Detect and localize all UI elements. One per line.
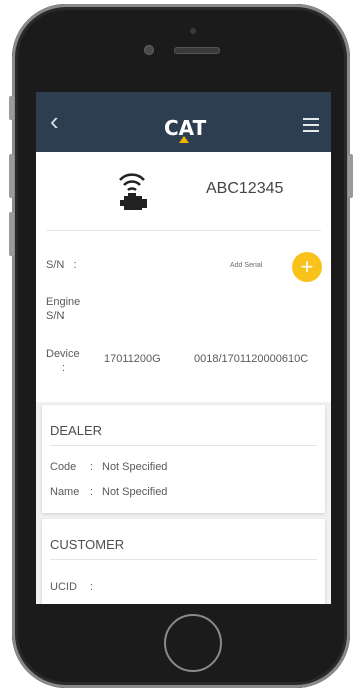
device-value-secondary: 0018/1701120000610C (194, 353, 309, 365)
dealer-title: DEALER (50, 423, 103, 438)
serial-number-label: S/N : (46, 259, 77, 271)
proximity-sensor (190, 28, 196, 34)
customer-card: CUSTOMER UCID: (42, 519, 325, 604)
customer-ucid-row: UCID: (50, 581, 94, 593)
volume-down-button (9, 212, 14, 256)
customer-ucid-label: UCID (50, 581, 77, 593)
mute-switch (9, 96, 14, 120)
volume-up-button (9, 154, 14, 198)
device-label: Device (46, 348, 80, 360)
add-serial-button[interactable]: + (292, 252, 322, 282)
device-value-primary: 17011200G (104, 353, 161, 365)
app-screen: ‹ CAT ABC12345 S/N : Add Serial + Engine… (36, 92, 331, 604)
device-colon: : (62, 362, 66, 374)
dealer-code-value: Not Specified (102, 461, 168, 473)
home-button[interactable] (164, 614, 222, 672)
asset-id: ABC12345 (206, 180, 284, 197)
dealer-card: DEALER Code: Not Specified Name: Not Speci… (42, 405, 325, 513)
engine-serial-colon: : (62, 309, 66, 321)
cat-logo-triangle (179, 136, 189, 143)
dealer-name-label: Name (50, 486, 80, 498)
connected-engine-icon (119, 173, 147, 210)
top-navigation-bar: ‹ CAT (36, 92, 331, 152)
earpiece-speaker (174, 47, 220, 54)
customer-title: CUSTOMER (50, 537, 125, 552)
back-arrow-icon[interactable]: ‹ (50, 108, 59, 134)
dealer-divider (50, 445, 317, 446)
add-serial-label[interactable]: Add Serial (230, 262, 262, 269)
dealer-name-row: Name: Not Specified (50, 486, 168, 498)
dealer-name-value: Not Specified (102, 486, 168, 498)
dealer-code-label: Code (50, 461, 77, 473)
front-camera (144, 45, 154, 55)
asset-details-card: ABC12345 S/N : Add Serial + Engine S/N : … (36, 152, 331, 402)
section-divider (46, 230, 321, 231)
dealer-code-row: Code: Not Specified (50, 461, 168, 473)
power-button (348, 154, 353, 198)
customer-divider (50, 559, 317, 560)
hamburger-menu-icon[interactable] (303, 118, 319, 136)
